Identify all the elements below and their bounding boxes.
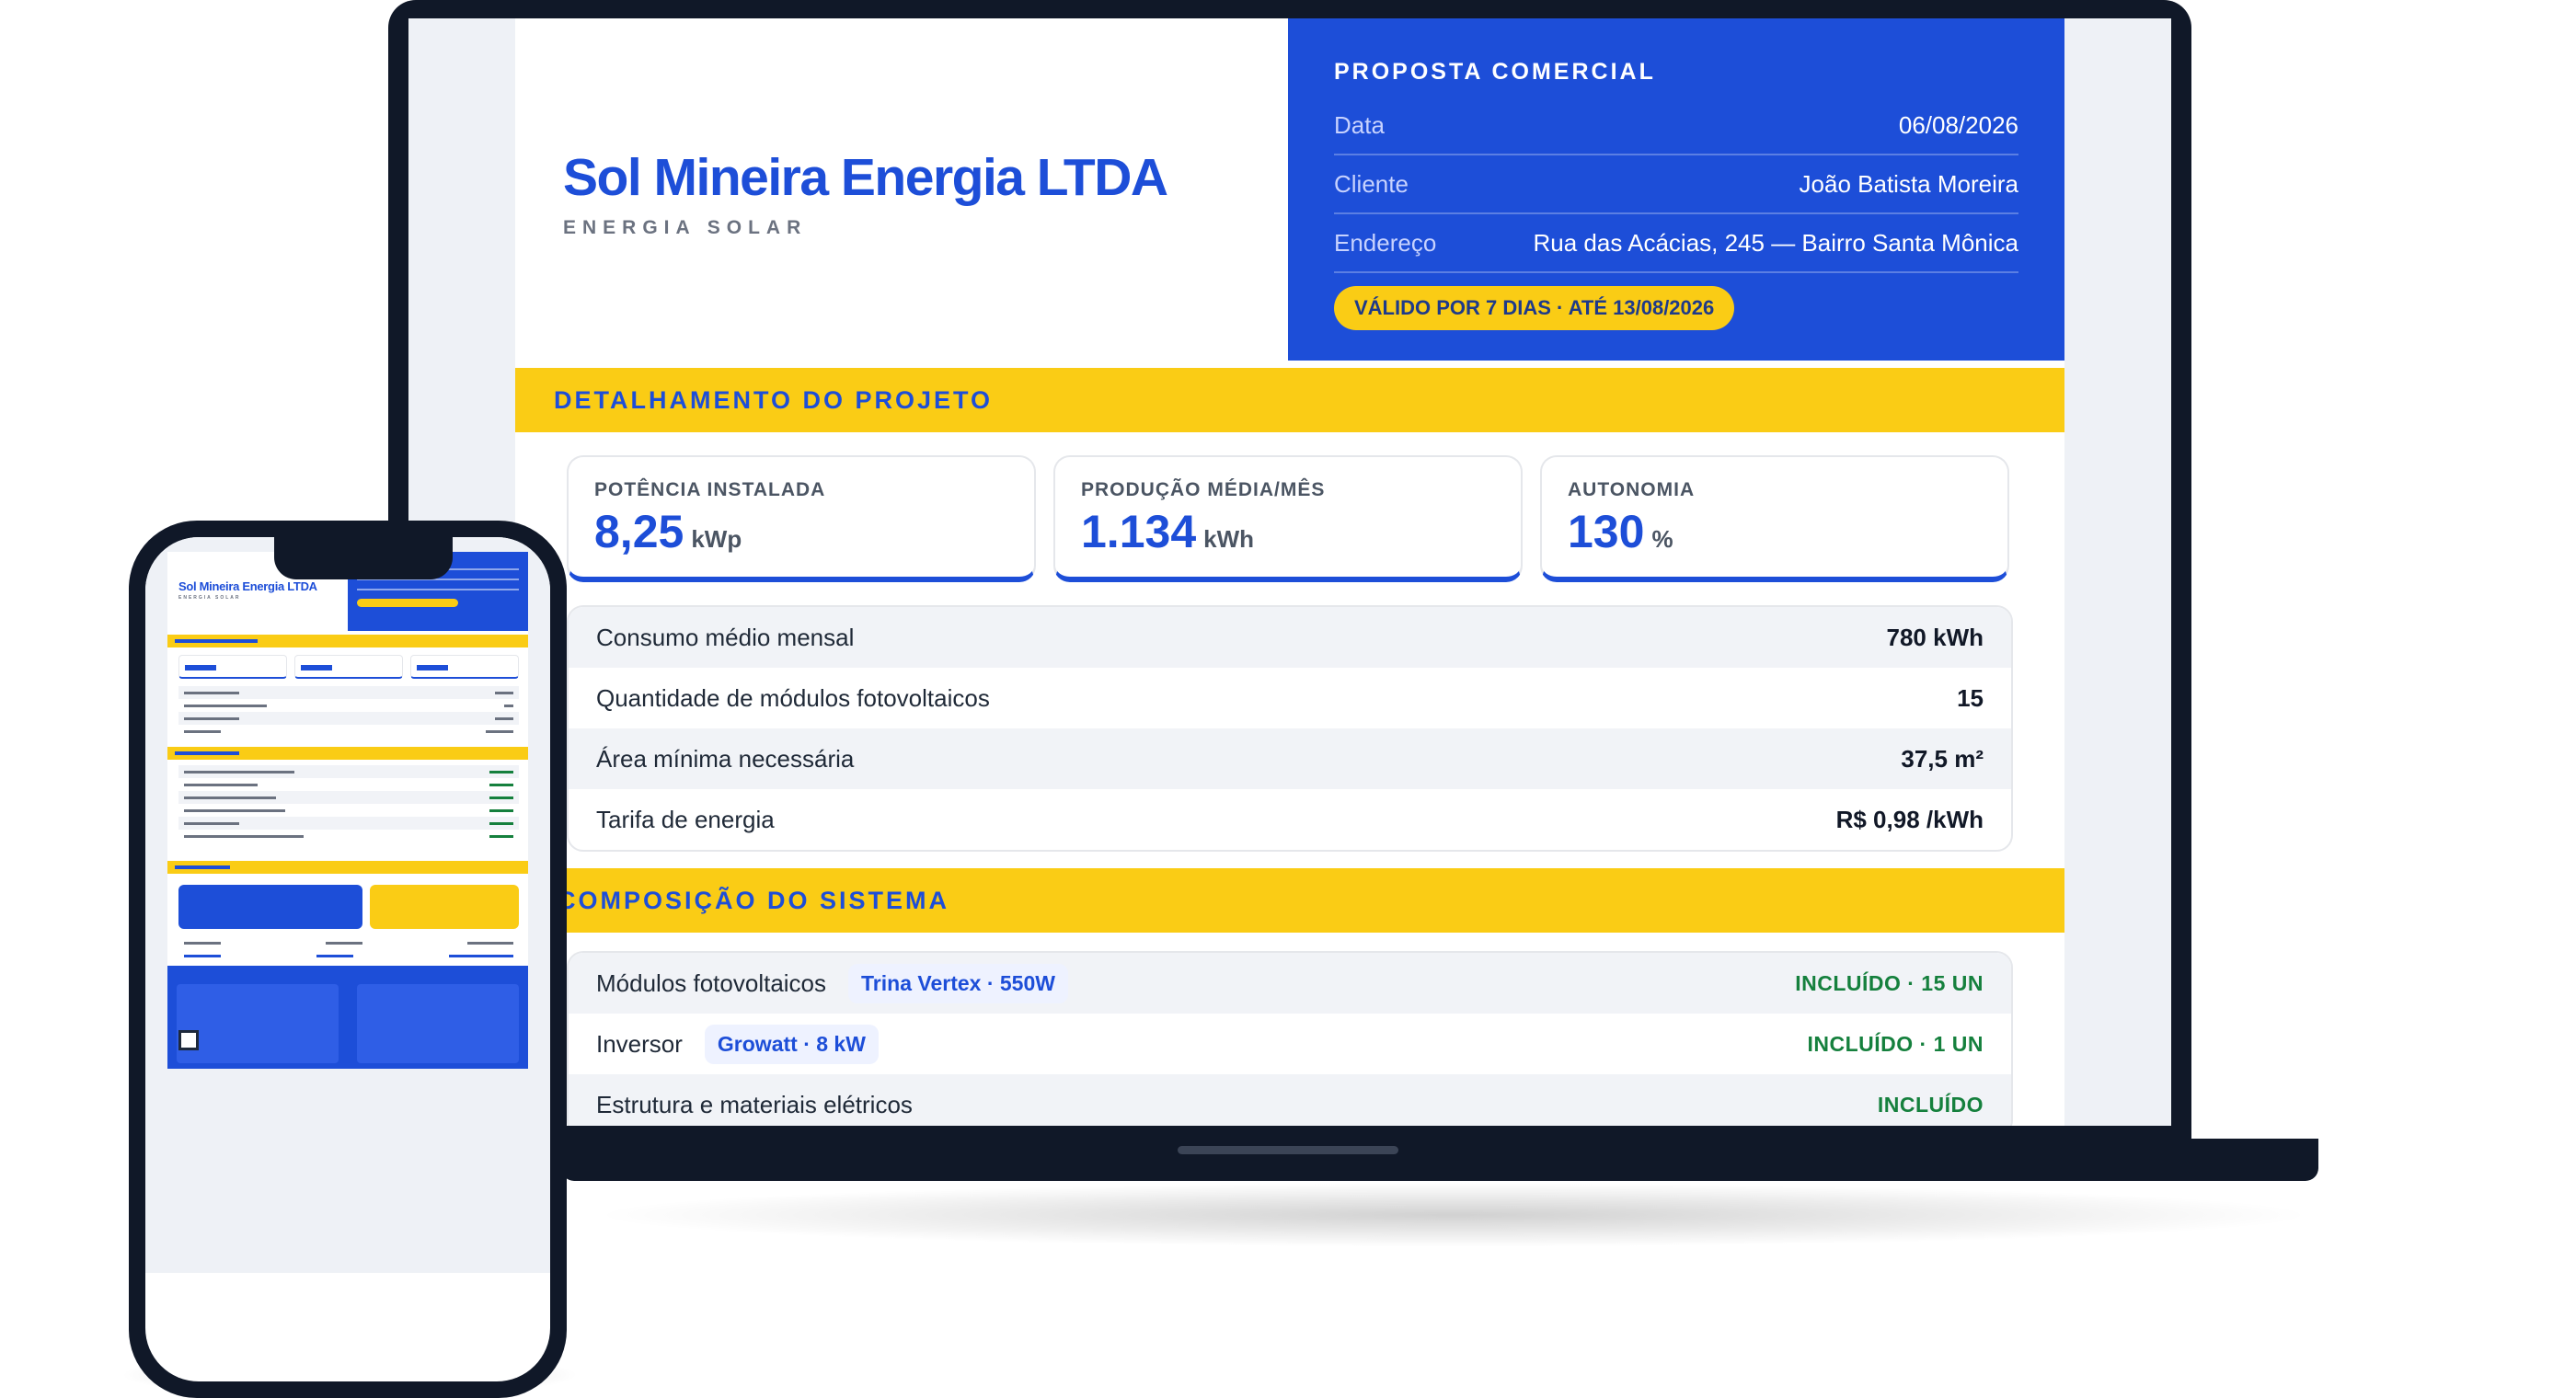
phone-contact-card [177, 984, 339, 1063]
phone-investment-card [370, 885, 519, 929]
included-status: INCLUÍDO [1877, 1092, 1984, 1117]
phone-contact-card [357, 984, 519, 1063]
section-system-header: COMPOSIÇÃO DO SISTEMA [515, 868, 2064, 933]
included-status: INCLUÍDO · 15 UN [1795, 970, 1984, 995]
phone-page: Sol Mineira Energia LTDA ENERGIA SOLAR [145, 537, 550, 1273]
company-brand: Sol Mineira Energia LTDA ENERGIA SOLAR [563, 147, 1168, 239]
kpi-card-production: PRODUÇÃO MÉDIA/MÊS 1.134 kWh [1053, 455, 1523, 582]
phone-section-bar [167, 861, 528, 874]
proposal-document: Sol Mineira Energia LTDA ENERGIA SOLAR P… [515, 18, 2064, 1126]
kpi-unit: % [1651, 525, 1673, 553]
row-label: Inversor [596, 1029, 683, 1058]
table-row: Inversor Growatt · 8 kW INCLUÍDO · 1 UN [569, 1014, 2011, 1074]
proposal-header: PROPOSTA COMERCIAL Data 06/08/2026 Clien… [1288, 18, 2064, 361]
kpi-card-autonomy: AUTONOMIA 130% [1540, 455, 2009, 582]
kpi-unit: kWp [691, 525, 742, 553]
client-label: Cliente [1334, 169, 1409, 198]
row-value: R$ 0,98 /kWh [1835, 805, 1984, 833]
table-row: Estrutura e materiais elétricos INCLUÍDO [569, 1074, 2011, 1126]
row-value: 37,5 m² [1901, 744, 1984, 773]
phone-stats [178, 936, 519, 962]
laptop-trackpad-notch [1178, 1146, 1398, 1154]
kpi-value: 8,25 [594, 506, 684, 557]
phone-proposal-document: Sol Mineira Energia LTDA ENERGIA SOLAR [167, 552, 528, 1069]
laptop-base [561, 1139, 2318, 1181]
address-label: Endereço [1334, 228, 1437, 257]
included-status: INCLUÍDO · 1 UN [1807, 1031, 1984, 1056]
row-label: Tarifa de energia [596, 805, 775, 833]
laptop-shadow [589, 1183, 2318, 1247]
phone-contact-section [167, 966, 528, 1069]
kpi-value: 1.134 [1081, 506, 1197, 557]
row-label: Área mínima necessária [596, 744, 855, 773]
laptop-screen: Sol Mineira Energia LTDA ENERGIA SOLAR P… [408, 18, 2171, 1126]
phone-project-table [178, 686, 519, 738]
date-label: Data [1334, 110, 1385, 139]
company-name: Sol Mineira Energia LTDA [563, 148, 1168, 207]
table-row: Consumo médio mensal 780 kWh [569, 607, 2011, 668]
kpi-card-power: POTÊNCIA INSTALADA 8,25 kWp [567, 455, 1036, 582]
table-row: Tarifa de energia R$ 0,98 /kWh [569, 789, 2011, 850]
row-label: Estrutura e materiais elétricos [596, 1090, 913, 1118]
project-details-table: Consumo médio mensal 780 kWh Quantidade d… [567, 605, 2013, 852]
section-project-header: DETALHAMENTO DO PROJETO [515, 368, 2064, 432]
company-tagline: ENERGIA SOLAR [563, 217, 808, 238]
phone-frame: Sol Mineira Energia LTDA ENERGIA SOLAR [129, 521, 567, 1398]
phone-company-tagline: ENERGIA SOLAR [178, 595, 241, 601]
phone-company-brand: Sol Mineira Energia LTDA ENERGIA SOLAR [178, 579, 317, 601]
phone-kpi-card [294, 655, 403, 679]
section-project-title: DETALHAMENTO DO PROJETO [554, 385, 994, 414]
table-row: Quantidade de módulos fotovoltaicos 15 [569, 668, 2011, 728]
proposal-address-row: Endereço Rua das Acácias, 245 — Bairro S… [1334, 214, 2018, 273]
system-composition-table: Módulos fotovoltaicos Trina Vertex · 550W… [567, 951, 2013, 1126]
row-label: Módulos fotovoltaicos [596, 968, 827, 997]
client-value: João Batista Moreira [1799, 169, 2018, 198]
phone-company-name: Sol Mineira Energia LTDA [178, 579, 317, 593]
phone-kpi-card [178, 655, 287, 679]
kpi-unit: kWh [1203, 525, 1255, 553]
date-value: 06/08/2026 [1898, 110, 2018, 139]
row-label: Quantidade de módulos fotovoltaicos [596, 683, 990, 712]
kpi-value: 130 [1568, 506, 1645, 557]
table-row: Área mínima necessária 37,5 m² [569, 728, 2011, 789]
phone-section-bar [167, 635, 528, 647]
phone-notch [274, 537, 453, 579]
phone-section-bar [167, 747, 528, 760]
component-chip: Trina Vertex · 550W [848, 963, 1068, 1003]
kpi-label: AUTONOMIA [1568, 479, 1696, 500]
proposal-client-row: Cliente João Batista Moreira [1334, 155, 2018, 214]
phone-system-table [178, 765, 519, 842]
row-label: Consumo médio mensal [596, 623, 855, 651]
phone-kpi-card [410, 655, 519, 679]
phone-screen: Sol Mineira Energia LTDA ENERGIA SOLAR [145, 537, 550, 1381]
validity-badge: VÁLIDO POR 7 DIAS · ATÉ 13/08/2026 [1334, 286, 1735, 330]
phone-validity-badge [357, 599, 458, 607]
section-system-title: COMPOSIÇÃO DO SISTEMA [558, 886, 950, 914]
proposal-title: PROPOSTA COMERCIAL [1334, 59, 1656, 85]
qr-code-icon [178, 1030, 199, 1050]
table-row: Módulos fotovoltaicos Trina Vertex · 550W… [569, 953, 2011, 1014]
phone-economy-card [178, 885, 362, 929]
component-chip: Growatt · 8 kW [704, 1024, 879, 1064]
kpi-label: PRODUÇÃO MÉDIA/MÊS [1081, 479, 1326, 500]
kpi-label: POTÊNCIA INSTALADA [594, 479, 826, 500]
row-value: 780 kWh [1886, 623, 1984, 651]
proposal-date-row: Data 06/08/2026 [1334, 97, 2018, 155]
address-value: Rua das Acácias, 245 — Bairro Santa Môni… [1533, 228, 2018, 257]
row-value: 15 [1957, 683, 1984, 712]
